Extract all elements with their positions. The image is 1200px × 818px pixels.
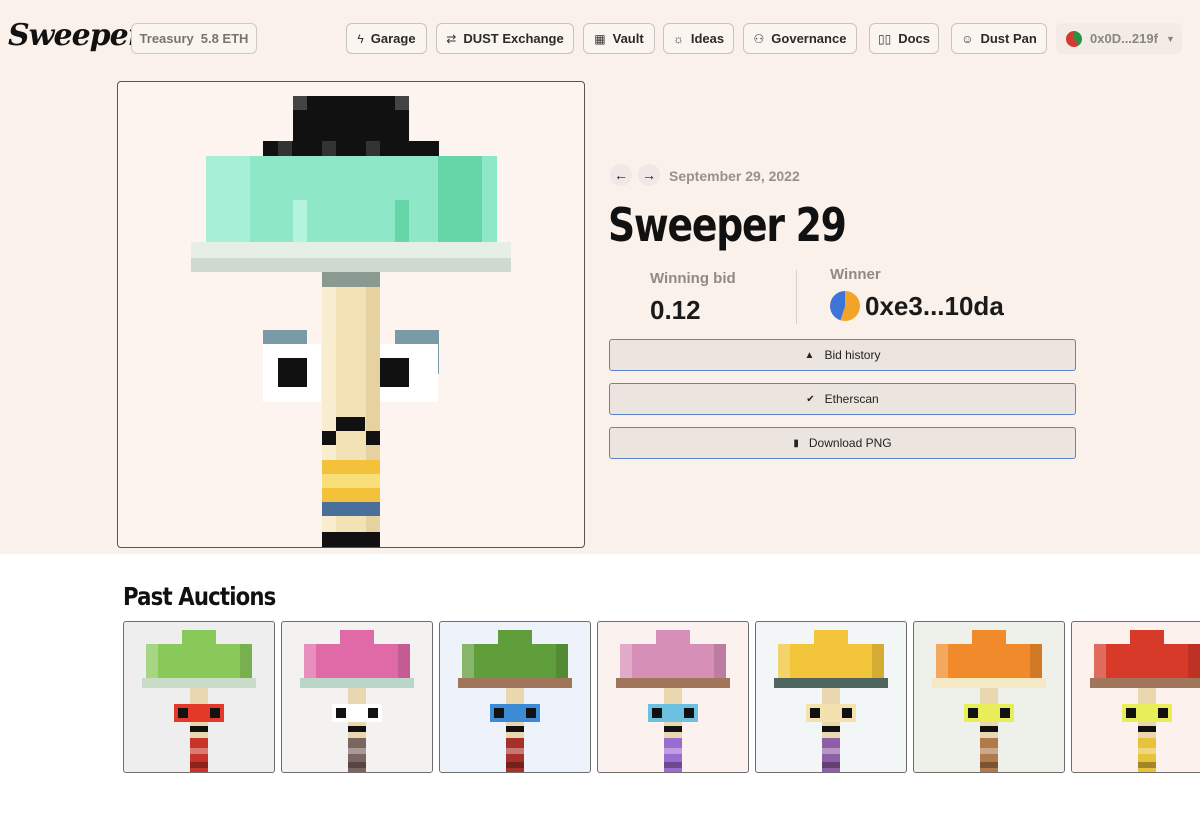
past-auction-thumbnail[interactable] bbox=[281, 621, 433, 773]
nav-label: Vault bbox=[612, 31, 644, 46]
winner-avatar bbox=[830, 291, 860, 321]
nav-dust-pan[interactable]: ☺ Dust Pan bbox=[951, 23, 1047, 54]
divider bbox=[796, 270, 797, 324]
nav-label: Garage bbox=[370, 31, 416, 46]
button-label: Etherscan bbox=[824, 392, 879, 406]
past-auctions-title: Past Auctions bbox=[123, 582, 276, 611]
gavel-icon: ▲ bbox=[804, 349, 815, 361]
treasury-badge: Treasury 5.8 ETH bbox=[131, 23, 257, 54]
winner-address[interactable]: 0xe3...10da bbox=[865, 291, 1004, 322]
button-label: Bid history bbox=[824, 348, 881, 362]
prev-arrow-icon[interactable]: ← bbox=[610, 164, 632, 186]
wallet-avatar bbox=[1066, 30, 1082, 47]
etherscan-button[interactable]: ✔ Etherscan bbox=[609, 383, 1076, 415]
nav-label: Dust Pan bbox=[980, 31, 1037, 46]
wallet-address: 0x0D...219f bbox=[1090, 31, 1158, 46]
check-circle-icon: ✔ bbox=[806, 393, 815, 405]
swap-icon: ⇄ bbox=[446, 31, 457, 46]
nav-governance[interactable]: ⚇ Governance bbox=[743, 23, 857, 54]
treasury-value: 5.8 ETH bbox=[200, 31, 249, 46]
past-auction-thumbnail[interactable] bbox=[755, 621, 907, 773]
smile-icon: ☺ bbox=[961, 31, 974, 46]
thumbnail-pixel-art bbox=[458, 630, 572, 772]
nav-label: DUST Exchange bbox=[463, 31, 564, 46]
thumbnail-pixel-art bbox=[616, 630, 730, 772]
sun-icon: ☼ bbox=[672, 31, 684, 46]
nav-garage[interactable]: ϟ Garage bbox=[346, 23, 427, 54]
button-label: Download PNG bbox=[808, 436, 892, 450]
thumbnail-pixel-art bbox=[142, 630, 256, 772]
thumbnail-pixel-art bbox=[300, 630, 414, 772]
past-auction-thumbnail[interactable] bbox=[1071, 621, 1200, 773]
thumbnail-pixel-art bbox=[932, 630, 1046, 772]
book-icon: ▯▯ bbox=[877, 31, 892, 46]
nav-docs[interactable]: ▯▯ Docs bbox=[869, 23, 939, 54]
lightning-icon: ϟ bbox=[357, 31, 364, 46]
winning-bid-value: 0.12 bbox=[650, 295, 701, 325]
thumbnail-pixel-art bbox=[1090, 630, 1200, 772]
nav-dust-exchange[interactable]: ⇄ DUST Exchange bbox=[436, 23, 574, 54]
sweeper-artwork bbox=[117, 81, 585, 548]
sweeper-pixel-art bbox=[191, 96, 511, 547]
past-auction-thumbnail[interactable] bbox=[597, 621, 749, 773]
past-auction-thumbnail[interactable] bbox=[123, 621, 275, 773]
nav-ideas[interactable]: ☼ Ideas bbox=[663, 23, 734, 54]
nav-label: Ideas bbox=[690, 31, 725, 46]
past-auction-thumbnail[interactable] bbox=[913, 621, 1065, 773]
auction-date: September 29, 2022 bbox=[669, 168, 800, 184]
winner-label: Winner bbox=[830, 266, 881, 283]
treasury-label: Treasury bbox=[139, 31, 194, 46]
grid-icon: ▦ bbox=[594, 31, 606, 46]
nav-vault[interactable]: ▦ Vault bbox=[583, 23, 655, 54]
sweeper-title: Sweeper 29 bbox=[608, 198, 847, 252]
wallet-button[interactable]: 0x0D...219f ▼ bbox=[1056, 23, 1182, 54]
past-auction-thumbnail[interactable] bbox=[439, 621, 591, 773]
thumbnail-pixel-art bbox=[774, 630, 888, 772]
past-auctions-strip bbox=[123, 621, 1200, 773]
next-arrow-icon[interactable]: → bbox=[638, 164, 660, 186]
chevron-down-icon: ▼ bbox=[1165, 33, 1175, 44]
users-icon: ⚇ bbox=[753, 31, 765, 46]
nav-label: Governance bbox=[771, 31, 847, 46]
file-icon: ▮ bbox=[793, 437, 799, 449]
nav-label: Docs bbox=[898, 31, 930, 46]
auction-navigation: ← → bbox=[610, 164, 660, 186]
winning-bid-label: Winning bid bbox=[650, 270, 736, 287]
download-png-button[interactable]: ▮ Download PNG bbox=[609, 427, 1076, 459]
bid-history-button[interactable]: ▲ Bid history bbox=[609, 339, 1076, 371]
